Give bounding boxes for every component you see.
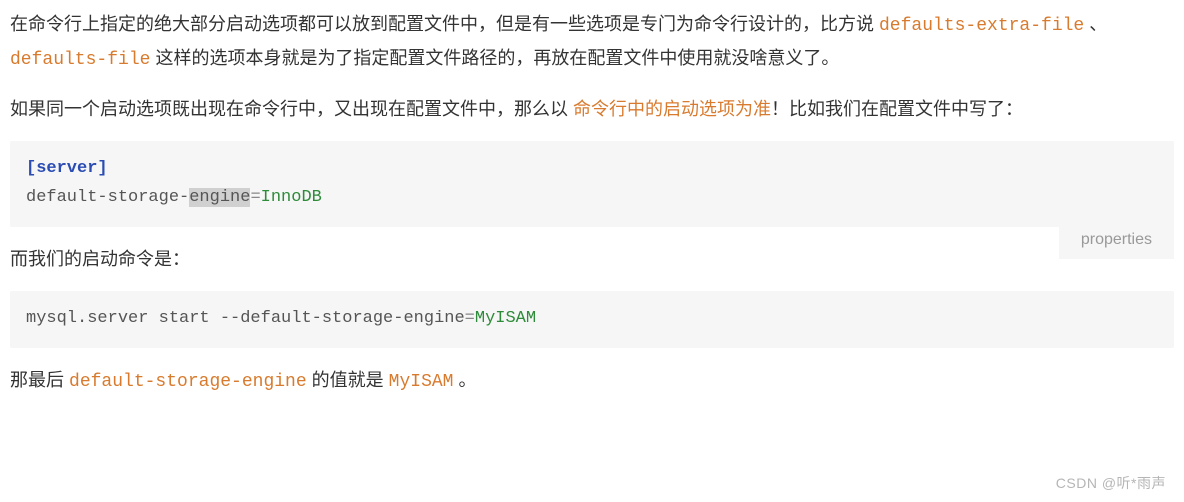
config-eq: = xyxy=(250,188,260,207)
config-section: [server] xyxy=(26,159,108,178)
code-inline-defaults-extra-file: defaults-extra-file xyxy=(879,16,1084,36)
paragraph-3: 而我们的启动命令是： xyxy=(10,243,1174,275)
text: 。 xyxy=(453,370,476,390)
text: 、 xyxy=(1084,14,1107,34)
command-text: mysql.server start --default-storage-eng… xyxy=(26,309,465,328)
config-val: InnoDB xyxy=(261,188,322,207)
config-key-selected: engine xyxy=(189,188,250,207)
code-inline-myisam: MyISAM xyxy=(389,372,454,392)
code-block-config: [server] default-storage-engine=InnoDB p… xyxy=(10,141,1174,227)
paragraph-2: 如果同一个启动选项既出现在命令行中，又出现在配置文件中，那么以 命令行中的启动选… xyxy=(10,93,1174,125)
code-inline-option-name: default-storage-engine xyxy=(69,372,307,392)
text: 那最后 xyxy=(10,370,69,390)
highlight-cli-takes-precedence: 命令行中的启动选项为准 xyxy=(573,99,771,119)
command-val: MyISAM xyxy=(475,309,536,328)
language-tag: properties xyxy=(1059,222,1174,259)
text: 如果同一个启动选项既出现在命令行中，又出现在配置文件中，那么以 xyxy=(10,99,573,119)
code-content: mysql.server start --default-storage-eng… xyxy=(10,291,1174,348)
text: ！比如我们在配置文件中写了： xyxy=(771,99,1023,119)
code-inline-defaults-file: defaults-file xyxy=(10,50,150,70)
text: 的值就是 xyxy=(307,370,389,390)
code-content: [server] default-storage-engine=InnoDB xyxy=(10,141,1174,227)
text: 而我们的启动命令是： xyxy=(10,249,190,269)
command-eq: = xyxy=(465,309,475,328)
text: 在命令行上指定的绝大部分启动选项都可以放到配置文件中，但是有一些选项是专门为命令… xyxy=(10,14,879,34)
watermark: CSDN @听*雨声 xyxy=(1056,471,1166,496)
text: 这样的选项本身就是为了指定配置文件路径的，再放在配置文件中使用就没啥意义了。 xyxy=(150,48,839,68)
paragraph-4: 那最后 default-storage-engine 的值就是 MyISAM 。 xyxy=(10,364,1174,398)
config-key: default-storage- xyxy=(26,188,189,207)
paragraph-1: 在命令行上指定的绝大部分启动选项都可以放到配置文件中，但是有一些选项是专门为命令… xyxy=(10,8,1174,77)
code-block-command: mysql.server start --default-storage-eng… xyxy=(10,291,1174,348)
